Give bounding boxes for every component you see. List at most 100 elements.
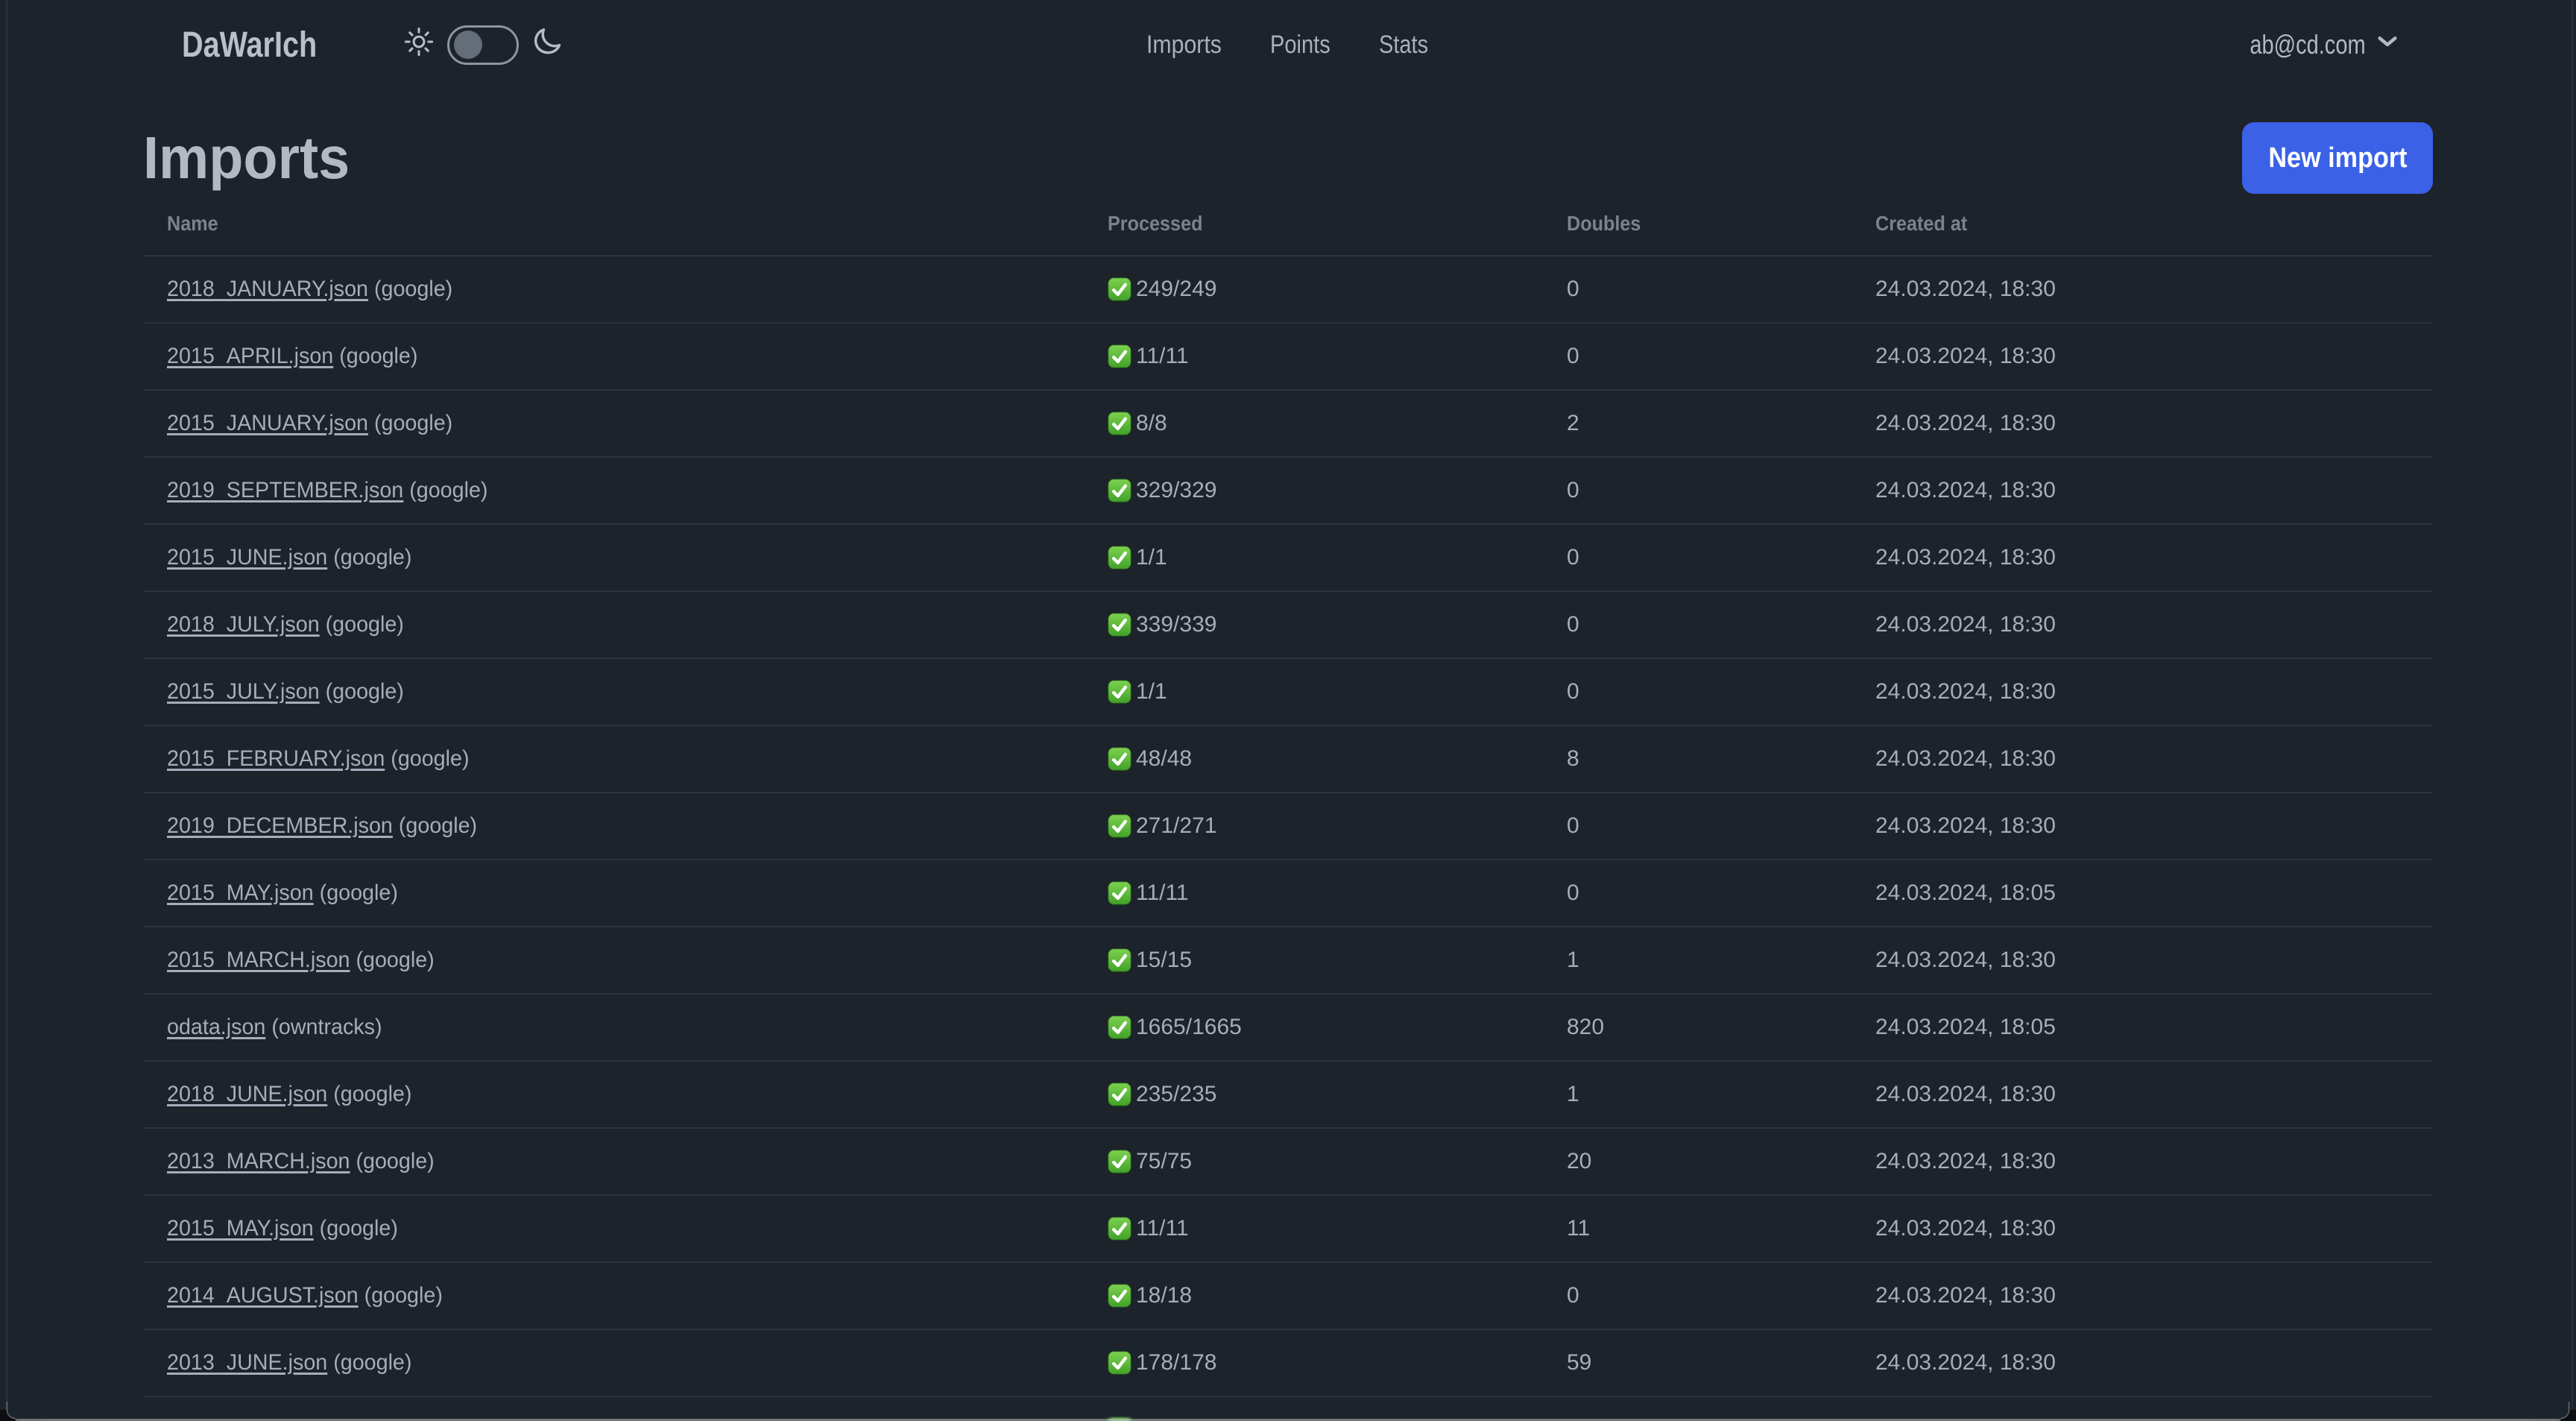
check-mark-icon <box>1108 881 1131 905</box>
processed-count: 8/8 <box>1136 411 1167 435</box>
processed-count: 11/11 <box>1136 880 1189 905</box>
sun-icon <box>404 27 434 57</box>
cell-name: 2014_AUGUST.json (google) <box>143 1262 1084 1329</box>
table-header-row: Name Processed Doubles Created at <box>143 191 2433 256</box>
cell-name: 2018_JUNE.json (google) <box>143 1061 1084 1128</box>
cell-created-at: 24.03.2024, 18:30 <box>1875 277 2056 301</box>
cell-created-at: 24.03.2024, 18:30 <box>1875 948 2056 972</box>
import-file-link[interactable]: 2013_MARCH.json <box>167 1149 350 1173</box>
cell-doubles: 0 <box>1567 478 1579 502</box>
cell-doubles: 1 <box>1567 1082 1579 1106</box>
import-file-link[interactable]: 2018_JANUARY.json <box>167 277 368 301</box>
import-file-link[interactable]: odata.json <box>167 1015 265 1039</box>
import-file-link[interactable]: 2015_MAY.json <box>167 880 314 905</box>
cell-name: 2015_APRIL.json (google) <box>143 323 1084 390</box>
import-source: (google) <box>333 1350 412 1375</box>
theme-toggle[interactable] <box>447 25 519 65</box>
import-source: (google) <box>373 277 453 301</box>
column-header-processed: Processed <box>1108 212 1203 235</box>
table-row: 2019_DECEMBER.json (google) 271/271 0 24… <box>143 793 2433 860</box>
cell-name: odata.json (owntracks) <box>143 994 1084 1061</box>
cell-doubles: 0 <box>1567 1283 1579 1308</box>
cell-doubles: 59 <box>1567 1350 1592 1375</box>
table-row: 2013_MARCH.json (google) 75/75 20 24.03.… <box>143 1128 2433 1195</box>
import-file-link[interactable]: 2015_APRIL.json <box>167 344 333 368</box>
import-source: (google) <box>364 1283 443 1308</box>
window-edge-right <box>2572 0 2573 1421</box>
import-file-link[interactable]: 2019_DECEMBER.json <box>167 813 393 838</box>
cell-name: 2015_MAY.json (google) <box>143 860 1084 927</box>
import-source: (google) <box>356 948 435 972</box>
brand-logo[interactable]: DaWarIch <box>182 0 346 89</box>
window-bottom-bar <box>0 1418 2576 1421</box>
import-file-link[interactable]: 2019_SEPTEMBER.json <box>167 478 403 502</box>
cell-doubles: 8 <box>1567 746 1579 771</box>
processed-count: 339/339 <box>1136 612 1217 637</box>
cell-processed: 1665/1665 <box>1084 994 1543 1061</box>
theme-toggle-knob <box>453 30 482 59</box>
chevron-down-icon <box>2378 36 2397 47</box>
import-file-link[interactable]: 2014_AUGUST.json <box>167 1283 359 1308</box>
cell-name: 2015_MARCH.json (google) <box>143 927 1084 994</box>
cell-processed: 20/20 <box>1084 1396 1543 1421</box>
import-file-link[interactable]: 2015_MAY.json <box>167 1216 314 1241</box>
cell-doubles: 0 <box>1567 277 1579 301</box>
main-content: Imports New import Name Processed Double… <box>143 122 2433 1421</box>
cell-doubles: 0 <box>1567 679 1579 704</box>
cell-created-at: 24.03.2024, 18:30 <box>1875 478 2056 502</box>
cell-processed: 48/48 <box>1084 725 1543 793</box>
processed-count: 1665/1665 <box>1136 1015 1242 1039</box>
table-row: 2015_MAY.json (google) 11/11 0 24.03.202… <box>143 860 2433 927</box>
cell-processed: 249/249 <box>1084 256 1543 323</box>
check-mark-icon <box>1108 747 1131 771</box>
cell-created-at: 24.03.2024, 18:30 <box>1875 411 2056 435</box>
processed-count: 18/18 <box>1136 1283 1193 1308</box>
nav-link-points[interactable]: Points <box>1270 0 1341 89</box>
new-import-button[interactable]: New import <box>2242 122 2433 194</box>
nav-link-imports[interactable]: Imports <box>1146 0 1231 89</box>
import-file-link[interactable]: 2018_JUNE.json <box>167 1082 327 1106</box>
import-file-link[interactable]: 2015_FEBRUARY.json <box>167 746 385 771</box>
cell-processed: 178/178 <box>1084 1329 1543 1396</box>
check-mark-icon <box>1108 680 1131 704</box>
import-file-link[interactable]: 2013_JUNE.json <box>167 1350 327 1375</box>
check-mark-icon <box>1108 613 1131 637</box>
import-file-link[interactable]: 2015_JANUARY.json <box>167 411 368 435</box>
table-row: 2015_MAY.json (google) 11/11 11 24.03.20… <box>143 1195 2433 1262</box>
cell-created-at: 24.03.2024, 18:30 <box>1875 679 2056 704</box>
cell-processed: 271/271 <box>1084 793 1543 860</box>
processed-count: 249/249 <box>1136 277 1217 301</box>
table-row: 2019_SEPTEMBER.json (google) 329/329 0 2… <box>143 457 2433 524</box>
processed-count: 235/235 <box>1136 1082 1217 1106</box>
cell-created-at: 24.03.2024, 18:30 <box>1875 545 2056 570</box>
table-row: 2015_MARCH.json (google) 15/15 1 24.03.2… <box>143 927 2433 994</box>
cell-created-at: 24.03.2024, 18:30 <box>1875 344 2056 368</box>
table-row: 2015_JANUARY.json (google) 8/8 2 24.03.2… <box>143 390 2433 457</box>
cell-processed: 339/339 <box>1084 591 1543 658</box>
cell-created-at: 24.03.2024, 18:30 <box>1875 1350 2056 1375</box>
cell-doubles: 0 <box>1567 344 1579 368</box>
cell-name: 2013_JUNE.json (google) <box>143 1329 1084 1396</box>
cell-created-at: 24.03.2024, 18:30 <box>1875 612 2056 637</box>
import-source: (google) <box>319 880 398 905</box>
processed-count: 178/178 <box>1136 1350 1217 1375</box>
user-menu[interactable]: ab@cd.com <box>2222 0 2397 89</box>
cell-created-at: 24.03.2024, 18:05 <box>1875 1015 2056 1039</box>
nav-link-stats[interactable]: Stats <box>1379 0 1436 89</box>
check-mark-icon <box>1108 1015 1131 1039</box>
cell-doubles: 20 <box>1567 1149 1592 1173</box>
import-source: (google) <box>333 545 412 570</box>
window-corner-bottom-right <box>2560 1402 2576 1421</box>
import-file-link[interactable]: 2018_JULY.json <box>167 612 320 637</box>
cell-created-at: 24.03.2024, 18:30 <box>1875 1283 2056 1308</box>
import-file-link[interactable]: 2015_JUNE.json <box>167 545 327 570</box>
import-file-link[interactable]: 2015_MARCH.json <box>167 948 350 972</box>
column-header-name: Name <box>167 212 218 235</box>
cell-doubles: 11 <box>1567 1216 1591 1241</box>
import-source: (google) <box>339 344 418 368</box>
cell-processed: 8/8 <box>1084 390 1543 457</box>
import-file-link[interactable]: 2015_JULY.json <box>167 679 320 704</box>
table-row: 2015_JULY.json (google) 1/1 0 24.03.2024… <box>143 658 2433 725</box>
table-row: odata.json (owntracks) 1665/1665 820 24.… <box>143 994 2433 1061</box>
processed-count: 271/271 <box>1136 813 1217 838</box>
